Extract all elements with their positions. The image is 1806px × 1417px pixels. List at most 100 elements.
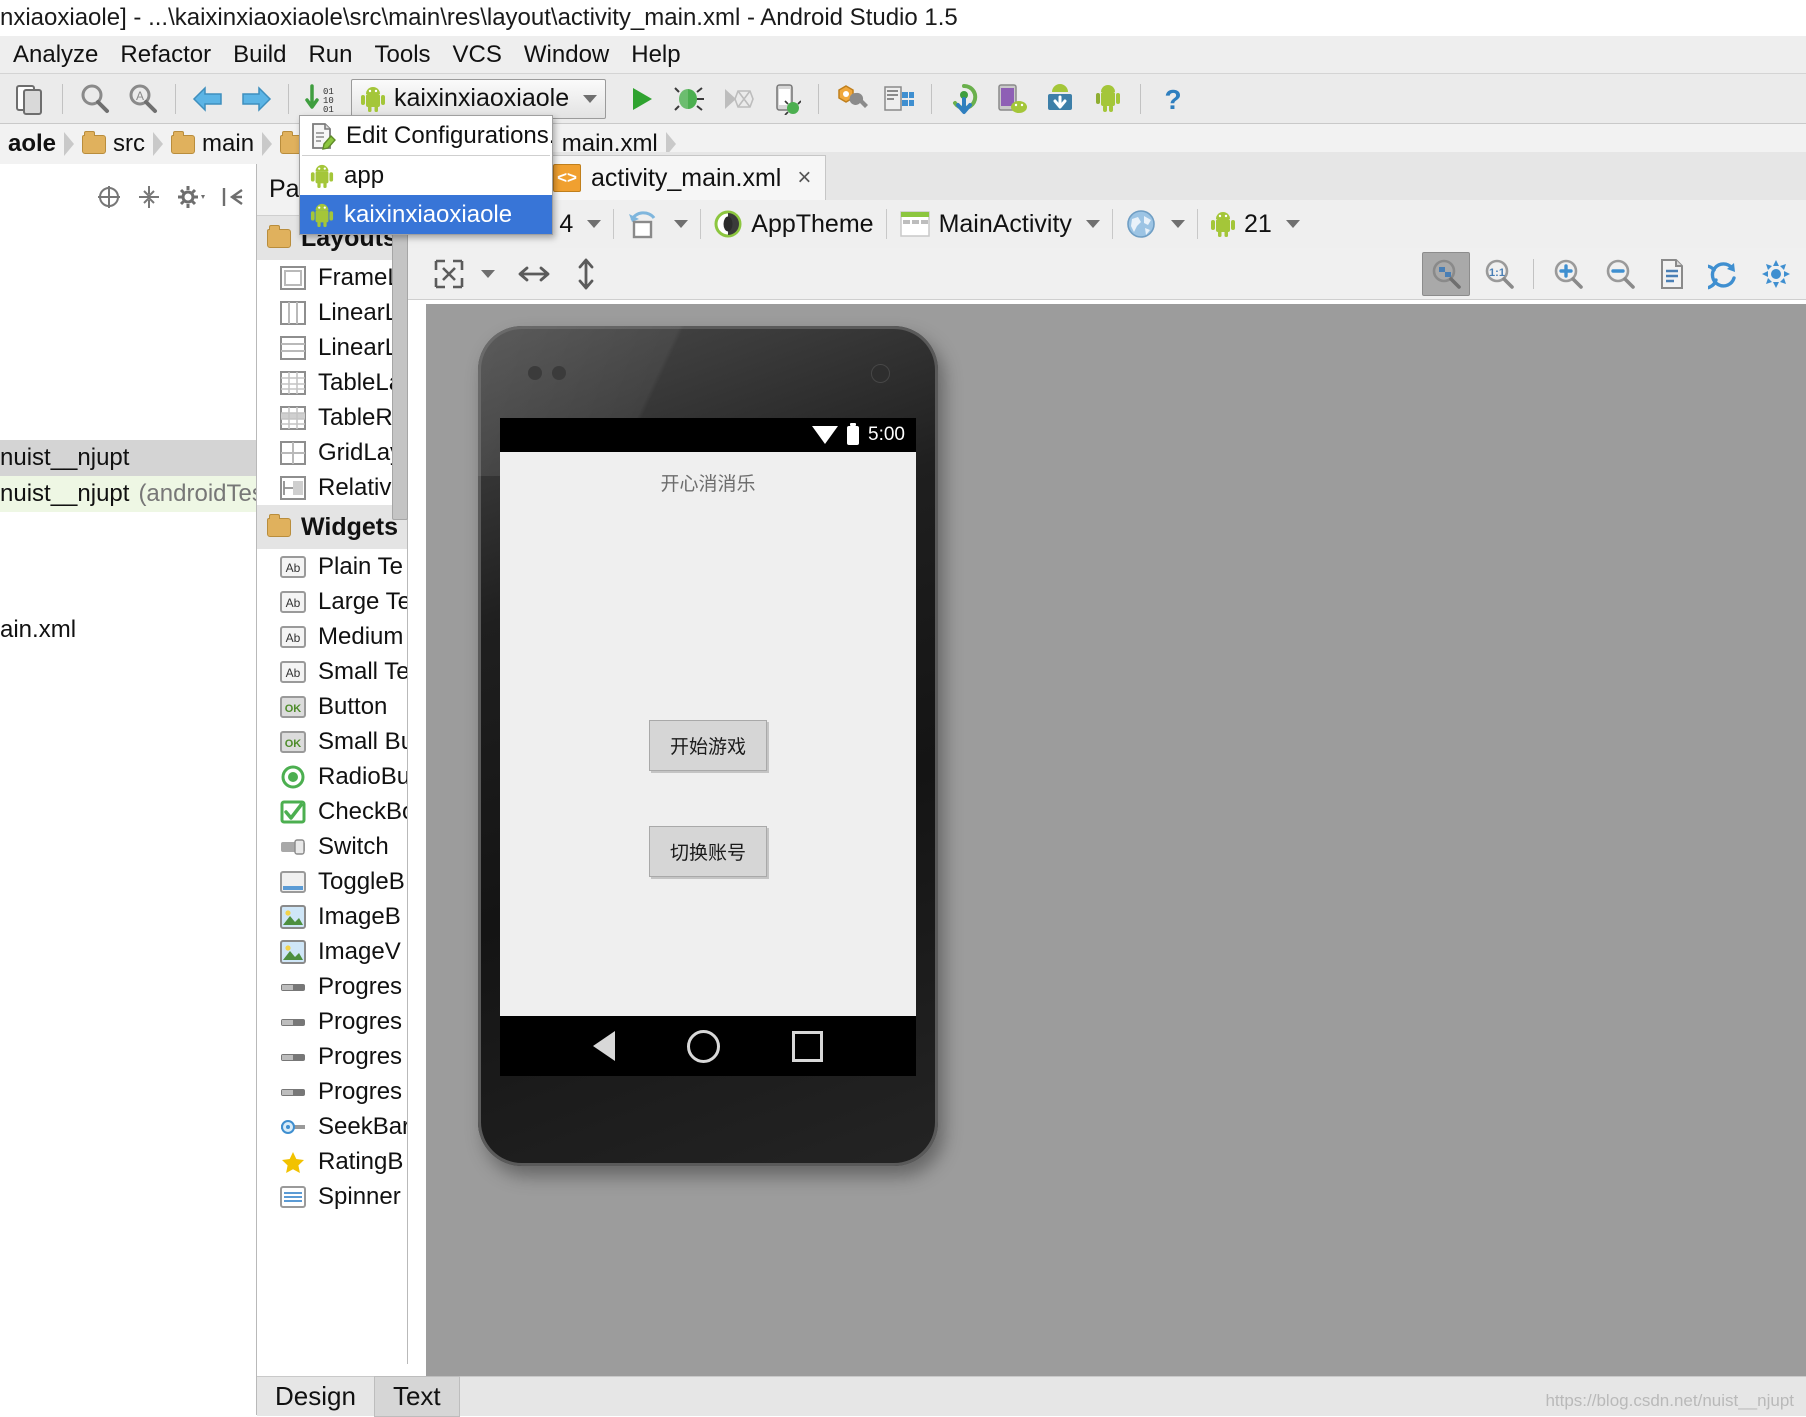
palette-item-progressbar-1[interactable]: Progres [257,969,407,1004]
zoom-in-icon[interactable] [1545,253,1591,295]
menu-item-run[interactable]: Run [297,39,363,71]
start-game-button[interactable]: 开始游戏 [649,720,767,771]
palette-scrollbar-thumb[interactable] [392,228,408,520]
run-icon[interactable] [620,79,664,119]
menu-item-app[interactable]: app [300,156,552,195]
palette-item-togglebutton[interactable]: ToggleB [257,864,407,899]
run-configuration-selector[interactable]: kaixinxiaoxiaole [351,78,607,119]
locale-selector[interactable] [1113,200,1197,248]
sdk-manager-icon[interactable] [829,79,873,119]
palette-item-progressbar-3[interactable]: Progres [257,1039,407,1074]
project-tree-row[interactable]: nuist__njupt (androidTest) [0,476,256,512]
zoom-to-fit-icon[interactable] [1422,251,1470,296]
palette-item-linearlayout-v[interactable]: LinearLa [257,330,407,365]
menu-item-kaixinxiaoxiaole[interactable]: kaixinxiaoxiaole [300,195,552,234]
zoom-actual-size-icon[interactable]: 1:1 [1476,253,1522,295]
palette-item-framelayout[interactable]: FrameLa [257,260,407,295]
palette-item-gridlayout[interactable]: GridLay [257,435,407,470]
palette-item-tablelayout[interactable]: TableLa [257,365,407,400]
palette-item-imageview[interactable]: ImageV [257,934,407,969]
breadcrumb-item-main[interactable]: main [163,124,262,164]
avd-manager-icon[interactable] [877,79,921,119]
gear-icon[interactable] [176,184,206,210]
android-monitor-icon[interactable] [990,79,1034,119]
recents-nav-icon[interactable] [792,1030,823,1062]
menu-item-tools[interactable]: Tools [364,39,442,71]
palette-item-checkbox[interactable]: CheckBo [257,794,407,829]
switch-account-button[interactable]: 切换账号 [649,826,767,877]
close-icon[interactable]: × [797,164,811,192]
project-tree-row[interactable]: ain.xml [0,612,256,648]
sdk-download-icon[interactable] [1038,79,1082,119]
menu-item-refactor[interactable]: Refactor [109,39,222,71]
tab-text[interactable]: Text [373,1376,460,1417]
menu-label: Tools [374,40,431,68]
palette-item-tablerow[interactable]: TableRo [257,400,407,435]
api-level-selector[interactable]: 21 [1198,200,1312,248]
palette-item-imagebutton[interactable]: ImageB [257,899,407,934]
menu-item-help[interactable]: Help [620,39,691,71]
sync-project-icon[interactable]: 01 10 01 [299,79,343,119]
palette-item-button[interactable]: OK Button [257,689,407,724]
menu-item-edit-configurations[interactable]: Edit Configurations... [300,116,552,155]
palette-group-widgets[interactable]: Widgets [257,505,407,549]
palette-item-linearlayout-h[interactable]: LinearLa [257,295,407,330]
palette-item-seekbar[interactable]: SeekBar [257,1109,407,1144]
copy-icon[interactable] [8,79,52,119]
attach-debugger-icon[interactable] [764,79,808,119]
menu-item-window[interactable]: Window [513,39,620,71]
palette-item-progressbar-4[interactable]: Progres [257,1074,407,1109]
menu-item-build[interactable]: Build [222,39,297,71]
palette-item-relativelayout[interactable]: Relative [257,470,407,505]
palette-item-radiobutton[interactable]: RadioBu [257,759,407,794]
breadcrumb-item-src[interactable]: src [74,124,153,164]
zoom-to-fit-icon[interactable] [426,253,472,295]
back-nav-icon[interactable] [593,1031,615,1061]
palette-item-switch[interactable]: Switch [257,829,407,864]
search-structurally-icon[interactable]: A [121,79,165,119]
expand-all-icon[interactable] [96,184,122,210]
palette-item-smallbutton[interactable]: OK Small Bu [257,724,407,759]
android-device-icon[interactable] [1086,79,1130,119]
fit-height-icon[interactable] [563,253,609,295]
navigate-forward-icon[interactable] [234,79,278,119]
menu-item-analyze[interactable]: Analyze [2,39,109,71]
orientation-selector[interactable] [614,200,700,248]
palette-item-smalltext[interactable]: Ab Small Te [257,654,407,689]
palette-item-largetext[interactable]: Ab Large Te [257,584,407,619]
run-configuration-dropdown[interactable]: Edit Configurations... app kaixinxiaoxia… [299,115,553,235]
navigate-back-icon[interactable] [186,79,230,119]
device-screen[interactable]: 5:00 开心消消乐 开始游戏 切换账号 [500,418,916,1076]
help-icon[interactable]: ? [1151,79,1195,119]
editor-tab-activity-main-xml[interactable]: <> activity_main.xml × [538,155,827,200]
tab-design[interactable]: Design [257,1377,374,1416]
home-nav-icon[interactable] [687,1029,720,1063]
reload-layout-icon[interactable] [1701,253,1747,295]
xml-file-icon: <> [553,164,581,192]
run-coverage-icon[interactable] [716,79,760,119]
activity-selector[interactable]: MainActivity [887,200,1112,248]
tree-row-label: ain.xml [0,616,77,643]
debug-icon[interactable] [668,79,712,119]
search-icon[interactable] [73,79,117,119]
theme-selector[interactable]: AppTheme [701,200,885,248]
breadcrumb-item-project[interactable]: aole [0,124,64,164]
design-canvas[interactable]: 5:00 开心消消乐 开始游戏 切换账号 [426,304,1806,1376]
palette-item-plaintext[interactable]: Ab Plain Te [257,549,407,584]
sync-gradle-icon[interactable] [942,79,986,119]
chevron-down-icon [587,220,602,228]
menu-item-vcs[interactable]: VCS [442,39,513,71]
palette-item-mediumtext[interactable]: Ab Medium [257,619,407,654]
palette-item-spinner[interactable]: Spinner [257,1179,407,1214]
palette-item-ratingbar[interactable]: RatingB [257,1144,407,1179]
zoom-out-icon[interactable] [1597,253,1643,295]
fit-width-icon[interactable] [511,253,557,295]
refresh-render-icon[interactable] [1649,253,1695,295]
project-tree-row[interactable]: nuist__njupt [0,440,256,476]
hide-panel-icon[interactable] [220,184,246,210]
collapse-all-icon[interactable] [136,184,162,210]
chevron-down-icon[interactable] [481,269,495,278]
chevron-down-icon [583,94,598,103]
settings-icon[interactable] [1753,253,1799,295]
palette-item-progressbar-2[interactable]: Progres [257,1004,407,1039]
